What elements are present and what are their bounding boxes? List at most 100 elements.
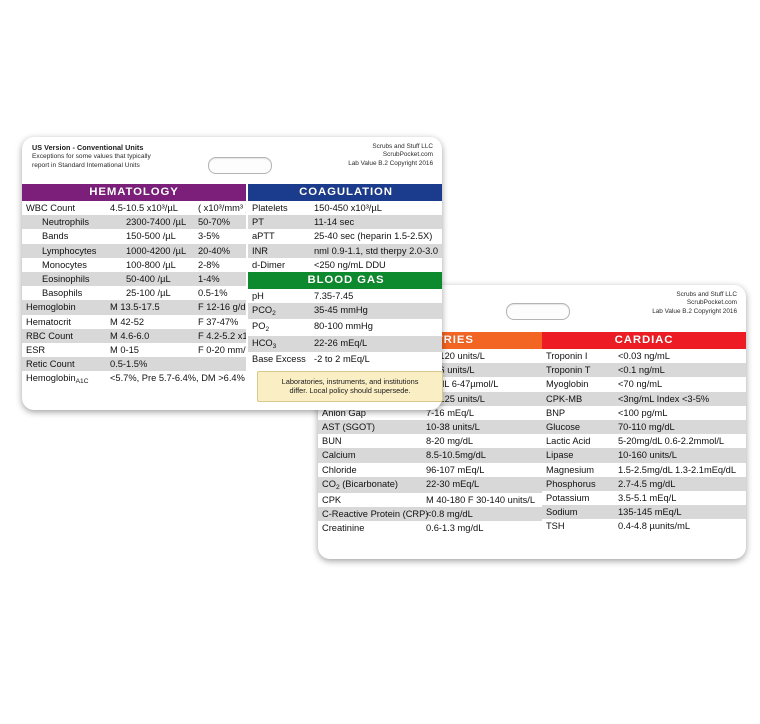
row-label: WBC Count [26,203,76,214]
row-value: 70-110 mg/dL [618,422,675,433]
row-value-secondary: F 37-47% [198,316,239,327]
row-label: Glucose [546,422,581,433]
row-label: Bands [42,231,69,242]
row-label: Sodium [546,507,578,518]
row-label: Basophils [42,288,83,299]
row-value: 150-500 /µL [126,231,176,242]
table-row: ESR M 0-15 F 0-20 mm/hr [22,342,254,358]
row-value: 3.5-5.1 mEq/L [618,492,677,503]
chem-brand-line2: ScrubPocket.com [686,299,737,307]
row-value: <70 ng/mL [618,379,663,390]
row-value: M 13.5-17.5 [110,302,160,313]
table-row: d-Dimer <250 ng/mL DDU [248,257,442,272]
table-row: aPTT 25-40 sec (heparin 1.5-2.5X) [248,229,442,244]
heme-brand-line1: Scrubs and Stuff LLC [372,143,433,150]
row-value: 10-38 units/L [426,422,480,433]
row-value-secondary: F 0-20 mm/hr [198,344,254,355]
row-value: M 4.6-6.0 [110,330,150,341]
row-value-secondary: F 12-16 g/dL [198,302,251,313]
row-label: d-Dimer [252,259,286,270]
row-value: 0.4-4.8 µunits/mL [618,521,691,532]
row-value: <0.03 ng/mL [618,351,670,362]
row-value: 80-100 mmHg [314,321,373,332]
table-row: Lipase 10-160 units/L [542,448,746,463]
row-value: M 42-52 [110,316,145,327]
heme-brand-block: Scrubs and Stuff LLC ScrubPocket.com Lab… [348,143,433,168]
row-value: 22-26 mEq/L [314,337,368,348]
row-value: 2300-7400 /µL [126,217,187,228]
row-label: Lymphocytes [42,245,97,256]
row-value: 8.5-10.5mg/dL [426,450,486,461]
row-label: BUN [322,436,342,447]
row-label: CPK [322,494,342,505]
table-row: Base Excess -2 to 2 mEq/L [248,351,442,366]
table-row: Eosinophils 50-400 /µL 1-4% [22,271,246,287]
row-value: <5.7%, Pre 5.7-6.4%, DM >6.4% [110,373,245,384]
table-row: Chloride 96-107 mEq/L [318,462,542,477]
badge-slot-chem [506,303,570,320]
table-row: RBC Count M 4.6-6.0 F 4.2-5.2 x10⁶/µL [22,328,270,343]
table-row: PCO2 35-45 mmHg [248,303,442,320]
row-value: 8-20 mg/dL [426,436,474,447]
table-row: Troponin I <0.03 ng/mL [542,349,746,364]
row-value: <0.1 ng/mL [618,365,665,376]
table-row: pH 7.35-7.45 [248,288,442,304]
row-label: PO2 [252,321,270,334]
row-value: 0.5-1.5% [110,359,148,370]
row-value: <0.8 mg/dL [426,509,473,520]
row-value-secondary: 50-70% [198,217,231,228]
row-value-secondary: 2-8% [198,259,220,270]
coagulation-row-list: Platelets 150-450 x10³/µL PT 11-14 sec aPTT 2… [248,201,442,272]
row-value: 22-30 mEq/L [426,478,480,489]
section-header-coagulation: COAGULATION [248,184,442,201]
row-label: Phosphorus [546,478,596,489]
row-value: nml 0.9-1.1, std therpy 2.0-3.0 [314,245,439,256]
table-row: Hemoglobin M 13.5-17.5 F 12-16 g/dL [22,300,251,315]
chem-brand-line1: Scrubs and Stuff LLC [676,291,737,298]
row-value: <250 ng/mL DDU [314,259,386,270]
row-value: M 0-15 [110,344,139,355]
heme-brand-line2: ScrubPocket.com [382,151,433,159]
coag-bloodgas-column: COAGULATION Platelets 150-450 x10³/µL PT 11… [246,184,442,366]
table-row: Hematocrit M 42-52 F 37-47% [22,314,246,329]
table-row: BUN 8-20 mg/dL [318,434,542,449]
disclaimer-note: Laboratories, instruments, and instituti… [257,371,443,402]
row-label: Troponin I [546,351,588,362]
row-label: aPTT [252,231,275,242]
row-value: 7.35-7.45 [314,291,354,302]
row-label: CPK-MB [546,393,583,404]
row-value: 100-800 /µL [126,259,176,270]
badge-slot-heme [208,157,272,174]
row-value: 96-107 mEq/L [426,464,485,475]
row-label: pH [252,291,264,302]
table-row: Platelets 150-450 x10³/µL [248,201,442,216]
heme-card-columns: HEMATOLOGY WBC Count 4.5-10.5 x10³/µL ( x1… [22,184,442,388]
heme-brand-line3: Lab Value B.2 Copyright 2016 [348,159,433,167]
table-row: BNP <100 pg/mL [542,405,746,420]
heme-version-sub1: Exceptions for some values that typicall… [32,153,151,160]
row-value-secondary: 3-5% [198,231,220,242]
row-label: HCO3 [252,337,277,350]
row-value-secondary: ( x10³/mm³ ) [198,203,249,214]
row-label: Monocytes [42,259,87,270]
hematology-row-list: WBC Count 4.5-10.5 x10³/µL( x10³/mm³ ) Neu… [22,201,270,388]
hematology-reference-card[interactable]: US Version - Conventional Units Exceptio… [22,137,442,410]
row-label: RBC Count [26,330,74,341]
table-row: INR nml 0.9-1.1, std therpy 2.0-3.0 [248,243,442,258]
row-value: 35-45 mmHg [314,305,368,316]
row-value-secondary: 0.5-1% [198,288,228,299]
table-row: Glucose 70-110 mg/dL [542,419,746,435]
table-row: CO2 (Bicarbonate) 22-30 mEq/L [318,476,542,493]
table-row: HCO3 22-26 mEq/L [248,335,442,352]
table-row: HemoglobinA1C <5.7%, Pre 5.7-6.4%, DM >6.… [22,371,246,388]
table-row: Magnesium 1.5-2.5mg/dL 1.3-2.1mEq/dL [542,462,746,477]
row-value-secondary: 20-40% [198,245,231,256]
row-label: HemoglobinA1C [26,373,89,386]
table-row: AST (SGOT) 10-38 units/L [318,419,542,435]
row-value: 1000-4200 /µL [126,245,187,256]
table-row: Neutrophils 2300-7400 /µL 50-70% [22,215,246,230]
hematology-column: HEMATOLOGY WBC Count 4.5-10.5 x10³/µL ( x1… [22,184,270,388]
row-value: 50-400 /µL [126,274,171,285]
table-row: WBC Count 4.5-10.5 x10³/µL ( x10³/mm³ ) [22,201,249,216]
section-header-cardiac: CARDIAC [542,332,746,349]
